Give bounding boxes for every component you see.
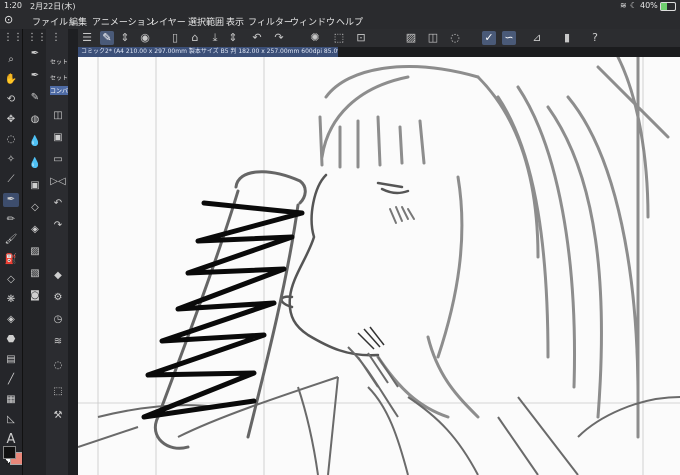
text-icon[interactable]: A [3, 433, 19, 447]
fill-icon[interactable]: ▣ [27, 179, 43, 193]
rotate-icon[interactable]: ⟲ [3, 93, 19, 107]
frame-icon[interactable]: ▦ [3, 393, 19, 407]
undo-icon[interactable]: ↶ [50, 197, 66, 211]
up-down-icon[interactable]: ⇕ [118, 31, 132, 45]
magic-wand-icon[interactable]: ✧ [3, 153, 19, 167]
sub-tool-palette: ⋮⋮ ✒ ✒ ✎ ◍ 💧 💧 ▣ ◇ ◈ ▨ ▧ ◙ [22, 29, 47, 475]
battery-level: 40% [640, 1, 658, 10]
redo-icon[interactable]: ↷ [50, 219, 66, 233]
camera-icon[interactable]: ◙ [27, 289, 43, 303]
wifi-icon: ≋ [620, 1, 627, 10]
menu-selection[interactable]: 選択範囲 [188, 15, 224, 28]
eraser-icon[interactable]: ◇ [3, 273, 19, 287]
menu-bar: ⊙ ファイル 編集 アニメーション レイヤー 選択範囲 表示 フィルター ウィン… [0, 12, 680, 29]
crop-icon[interactable]: ◫ [426, 31, 440, 45]
zoom-icon[interactable]: ⌕ [3, 53, 19, 67]
clock-icon[interactable]: ◷ [50, 313, 66, 327]
pen-nib-icon[interactable]: ✒ [27, 69, 43, 83]
foreground-color-swatch[interactable] [3, 446, 16, 459]
status-bar: 1:20 2月22日(木) ≋ ☾ 40% [0, 0, 680, 12]
open-icon[interactable]: ⌂ [188, 31, 202, 45]
layers-icon[interactable]: ◫ [50, 109, 66, 123]
menu-edit[interactable]: 編集 [69, 15, 87, 28]
transform-icon[interactable]: ⊡ [354, 31, 368, 45]
hand-icon[interactable]: ✋ [3, 73, 19, 87]
image-icon[interactable]: ▧ [27, 267, 43, 281]
status-date: 2月22日(木) [30, 2, 76, 11]
sparkle-icon[interactable]: ✺ [308, 31, 322, 45]
ruler-icon[interactable]: ⊿ [530, 31, 544, 45]
handle-icon[interactable]: ⋮ [48, 31, 64, 45]
lasso-icon[interactable]: ◌ [448, 31, 462, 45]
new-canvas-icon[interactable]: ▯ [168, 31, 182, 45]
eyedropper-icon[interactable]: ⟋ [3, 173, 19, 187]
updown-icon[interactable]: ⇕ [226, 31, 240, 45]
panel-divider[interactable] [68, 29, 78, 475]
page-icon[interactable]: ▭ [50, 153, 66, 167]
play-icon[interactable]: ▷◁ [50, 175, 66, 189]
frame-icon[interactable]: ⬚ [50, 385, 66, 399]
menu-filter[interactable]: フィルター [248, 15, 293, 28]
redo-icon[interactable]: ↷ [272, 31, 286, 45]
settings-icon[interactable]: ⚙ [50, 291, 66, 305]
help-icon[interactable]: ? [588, 31, 602, 45]
menu-window[interactable]: ウィンドウ [290, 15, 335, 28]
record-icon[interactable]: ◉ [138, 31, 152, 45]
circle-icon[interactable]: ◍ [27, 113, 43, 127]
gradient-icon[interactable]: ▤ [3, 353, 19, 367]
pencil-icon[interactable]: ✏ [3, 213, 19, 227]
airbrush-icon[interactable]: ⛽ [3, 253, 19, 267]
menu-icon[interactable]: ☰ [80, 31, 94, 45]
layer-icon[interactable]: ◈ [27, 223, 43, 237]
image-icon[interactable]: ▨ [27, 245, 43, 259]
menu-layer[interactable]: レイヤー [150, 15, 186, 28]
move-icon[interactable]: ✥ [3, 113, 19, 127]
blend-icon[interactable]: ◈ [3, 313, 19, 327]
fill-icon[interactable]: ▨ [404, 31, 418, 45]
brush-icon[interactable]: ✓ [482, 31, 496, 45]
stabilizer-icon[interactable]: ∽ [502, 31, 516, 45]
figure-icon[interactable]: ╱ [3, 373, 19, 387]
ruler-tool-icon[interactable]: ◺ [3, 413, 19, 427]
undo-icon[interactable]: ↶ [250, 31, 264, 45]
canvas-tab[interactable]: コミック2* (A4 210.00 x 297.00mm 製本サイズ B5 判 … [78, 47, 338, 57]
save-icon[interactable]: ⤓ [208, 31, 222, 45]
chat-icon[interactable]: ◌ [50, 359, 66, 373]
fill-icon[interactable]: ⬣ [3, 333, 19, 347]
menu-view[interactable]: 表示 [226, 15, 244, 28]
lasso-icon[interactable]: ◌ [3, 133, 19, 147]
app-logo-icon[interactable]: ⊙ [4, 13, 13, 26]
status-time: 1:20 [4, 1, 22, 10]
wrench-icon[interactable]: ⚒ [50, 409, 66, 423]
brush-set-panel: ⋮ セット1 セット1 コンバ ◫ ▣ ▭ ▷◁ ↶ ↷ ◆ ⚙ ◷ ≋ ◌ ⬚… [46, 29, 72, 475]
brush-icon[interactable]: ✎ [27, 91, 43, 105]
decoration-icon[interactable]: ❋ [3, 293, 19, 307]
drawing-canvas[interactable] [78, 57, 680, 475]
drop-icon[interactable]: 💧 [27, 135, 43, 149]
diamond-icon[interactable]: ◆ [50, 269, 66, 283]
drop-icon[interactable]: 💧 [27, 157, 43, 171]
erase-selection-icon[interactable]: ⬚ [332, 31, 346, 45]
menu-help[interactable]: ヘルプ [336, 15, 363, 28]
handle-icon[interactable]: ⋮⋮ [27, 31, 47, 45]
fill-icon[interactable]: ▣ [50, 131, 66, 145]
handle-icon[interactable]: ⋮⋮ [3, 31, 23, 45]
menu-animation[interactable]: アニメーション [92, 15, 155, 28]
command-toolbar: ☰ ✎ ⇕ ◉ ▯ ⌂ ⤓ ⇕ ↶ ↷ ✺ ⬚ ⊡ ▨ ◫ ◌ ✓ ∽ ⊿ ▮ … [78, 29, 680, 47]
pen-icon[interactable]: ✒ [3, 193, 19, 207]
layer-icon[interactable]: ◇ [27, 201, 43, 215]
pen-icon[interactable]: ✎ [100, 31, 114, 45]
pen-nib-icon[interactable]: ✒ [27, 47, 43, 61]
battery-icon [660, 2, 676, 11]
menu-file[interactable]: ファイル [32, 15, 68, 28]
tool-palette: ⋮⋮ ⌕ ✋ ⟲ ✥ ◌ ✧ ⟋ ✒ ✏ 🖌 ⛽ ◇ ❋ ◈ ⬣ ▤ ╱ ▦ ◺… [0, 29, 23, 475]
stack-icon[interactable]: ≋ [50, 335, 66, 349]
brush-icon[interactable]: 🖌 [3, 233, 19, 247]
device-icon[interactable]: ▮ [560, 31, 574, 45]
moon-icon: ☾ [630, 1, 638, 10]
sketch-artwork [78, 57, 680, 475]
